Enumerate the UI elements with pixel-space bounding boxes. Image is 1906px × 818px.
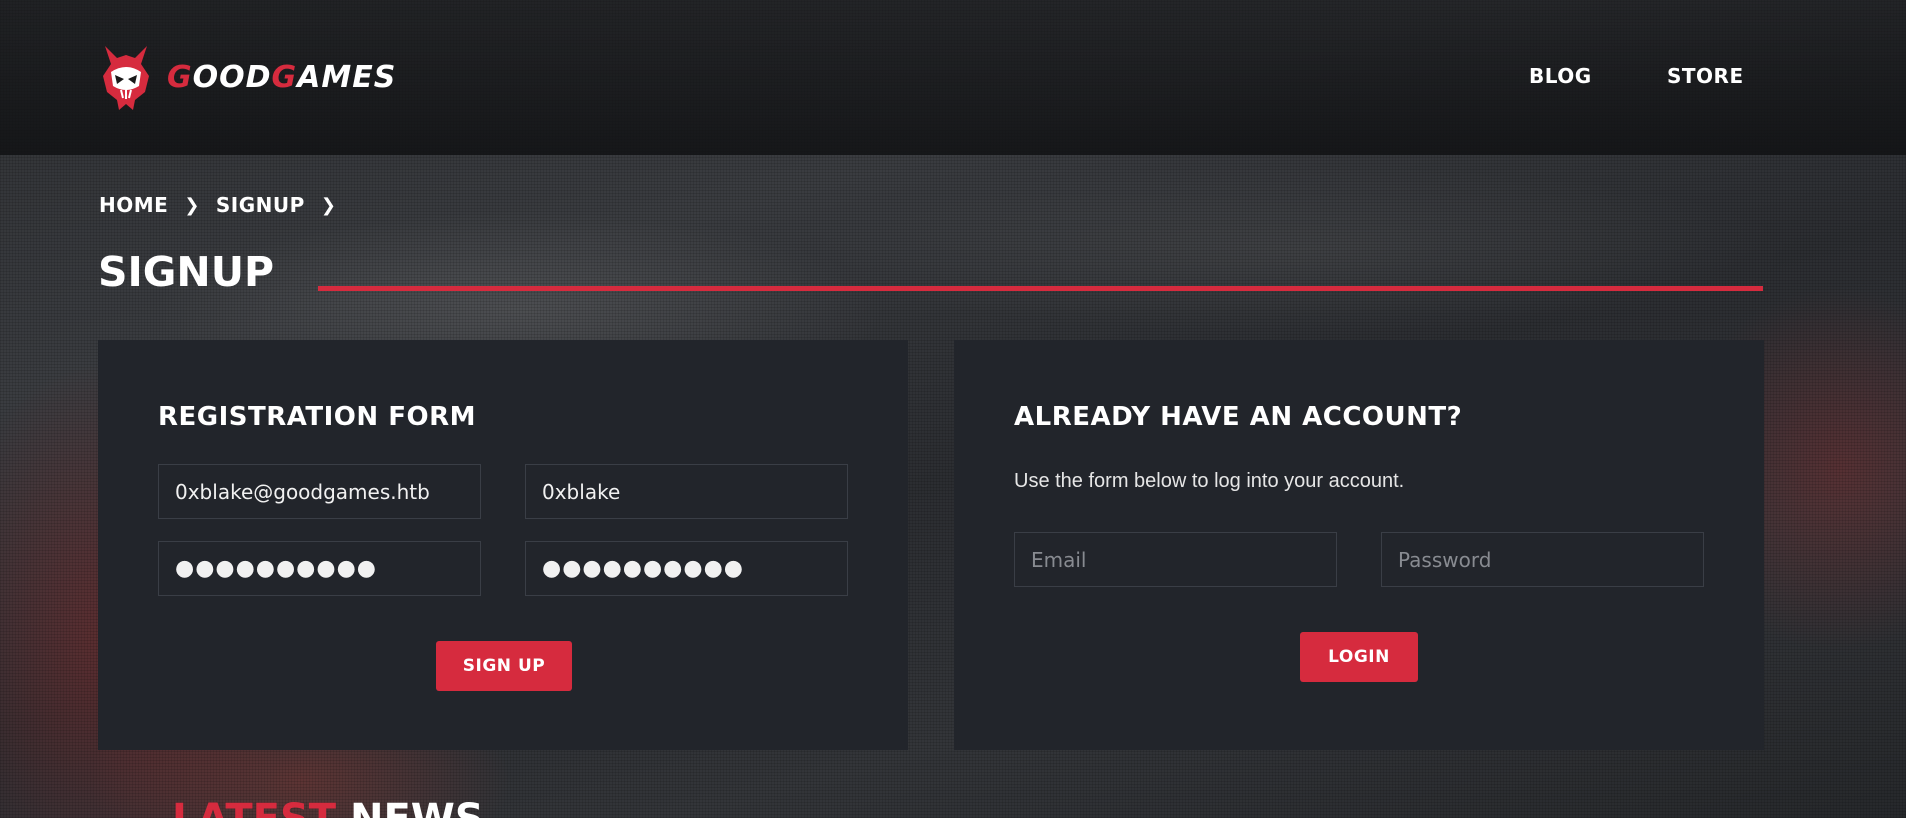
title-underline <box>318 286 1763 291</box>
page-title: SIGNUP <box>98 248 275 296</box>
registration-password-confirm-field[interactable] <box>525 541 848 596</box>
registration-password-field[interactable] <box>158 541 481 596</box>
login-email-input[interactable] <box>1014 532 1337 587</box>
breadcrumb-signup[interactable]: SIGNUP <box>216 193 305 217</box>
login-password-input[interactable] <box>1381 532 1704 587</box>
registration-email-field[interactable] <box>158 464 481 519</box>
chevron-right-icon: ❯ <box>184 194 200 216</box>
registration-username-field[interactable] <box>525 464 848 519</box>
registration-heading: REGISTRATION FORM <box>158 402 476 432</box>
breadcrumb: HOME ❯ SIGNUP ❯ <box>99 193 336 217</box>
demon-skull-icon <box>103 46 149 110</box>
login-description: Use the form below to log into your acco… <box>1014 470 1405 492</box>
nav-link-blog[interactable]: BLOG <box>1529 64 1592 88</box>
signup-button[interactable]: SIGN UP <box>436 641 572 691</box>
nav-link-store[interactable]: STORE <box>1667 64 1744 88</box>
login-panel: ALREADY HAVE AN ACCOUNT? Use the form be… <box>954 340 1764 750</box>
breadcrumb-home[interactable]: HOME <box>99 193 168 217</box>
login-heading: ALREADY HAVE AN ACCOUNT? <box>1014 402 1463 432</box>
latest-news-heading: LATEST NEWS <box>172 796 484 818</box>
site-logo[interactable]: GOODGAMES <box>97 42 396 112</box>
registration-panel: REGISTRATION FORM SIGN UP <box>98 340 908 750</box>
login-button[interactable]: LOGIN <box>1300 632 1418 682</box>
chevron-right-icon: ❯ <box>320 194 337 216</box>
logo-wordmark: GOODGAMES <box>167 59 397 95</box>
site-header: GOODGAMES BLOG STORE <box>0 0 1906 155</box>
